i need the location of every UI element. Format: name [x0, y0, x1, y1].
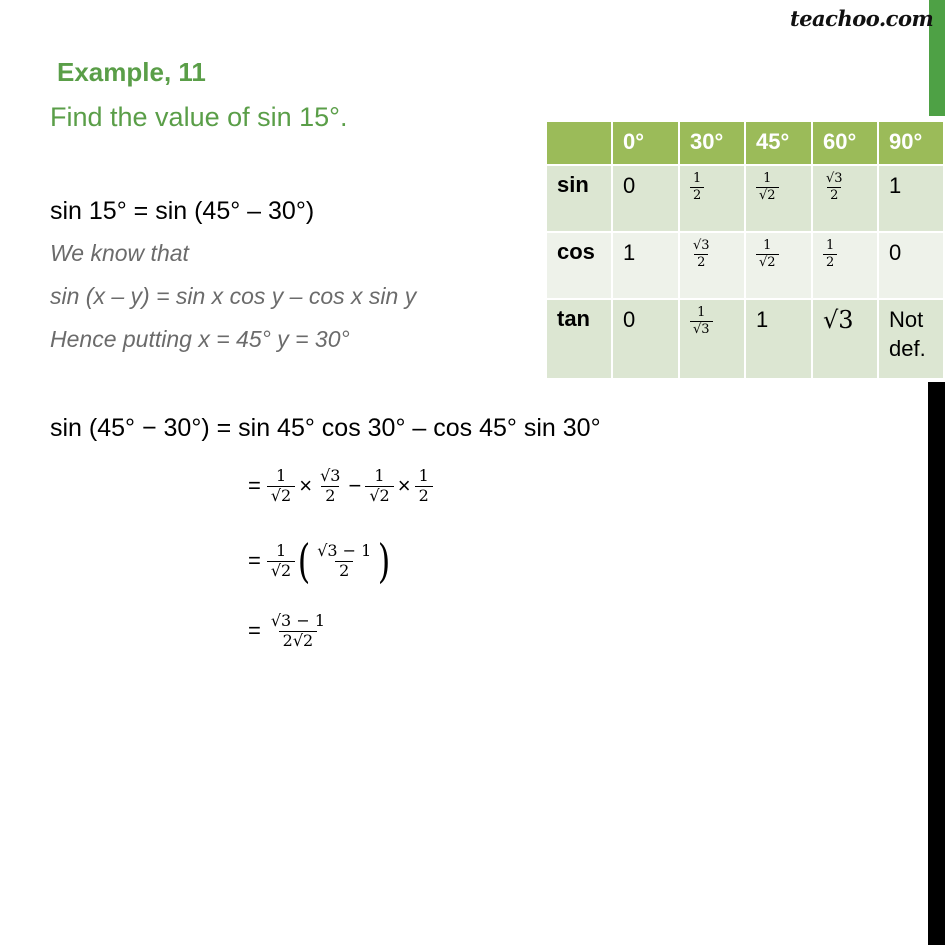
numerator: √3 − 1	[270, 611, 325, 630]
equals-sign: =	[248, 473, 261, 499]
expansion-line: sin (45° − 30°) = sin 45° cos 30° – cos …	[50, 414, 601, 442]
question-text: Find the value of sin 15°.	[50, 102, 348, 132]
table-cell: √3	[811, 298, 879, 380]
numerator: √3	[826, 171, 843, 186]
table-cell: 1 √2	[744, 164, 813, 233]
numerator: 1	[418, 466, 429, 485]
fraction: 1 √3	[690, 306, 713, 336]
denominator: 2	[823, 253, 838, 270]
table-cell: 12	[678, 164, 746, 233]
left-parenthesis: (	[297, 534, 311, 588]
denominator: 2	[690, 186, 705, 203]
denominator: √3	[690, 320, 713, 337]
identity-formula: sin (x – y) = sin x cos y – cos x sin y	[50, 283, 417, 309]
trig-values-table: 0° 30° 45° 60° 90° sin 0 1 2 1 √2 √3 2 1 cos 1 √3 2 1…	[545, 120, 945, 380]
fraction: 1 √2	[266, 466, 296, 505]
table-cell: 0	[611, 298, 680, 380]
row-label: tan	[545, 298, 613, 380]
denominator: 2	[827, 186, 842, 203]
numerator: √3	[320, 466, 341, 485]
cell-value: 0	[623, 307, 636, 332]
table-cell: 1	[611, 231, 680, 300]
numerator: 1	[374, 466, 385, 485]
example-title: Example, 11	[57, 57, 206, 87]
derivation-step-1: = 1 √2 × √3 2 − 1 √2 × 12	[248, 466, 433, 505]
table-cell: √3 2	[811, 164, 879, 233]
table-cell: 0	[877, 231, 945, 300]
numerator: 1	[763, 171, 772, 186]
cell-value: 1	[756, 307, 769, 332]
cell-value: 0	[889, 240, 902, 265]
cell-value: √3	[823, 306, 854, 334]
minus-sign: −	[348, 473, 362, 499]
header-cell: 45°	[744, 120, 813, 166]
final-answer-fraction: √3 − 1 2√2	[267, 611, 329, 650]
denominator: √2	[756, 186, 779, 203]
numerator: 1	[697, 305, 706, 320]
times-sign: ×	[397, 473, 411, 499]
fraction: √3 2	[690, 239, 713, 269]
denominator: 2	[335, 560, 354, 580]
table-cell: 12	[811, 231, 879, 300]
fraction: 12	[414, 466, 433, 505]
fraction: 1 √2	[365, 466, 394, 505]
fraction: 1 √2	[756, 239, 779, 269]
table-header-row: 0° 30° 45° 60° 90°	[545, 120, 945, 166]
table-row-sin: sin 0 1 2 1 √2 √3 2 1	[545, 164, 945, 233]
equals-sign: =	[248, 548, 261, 573]
fraction: 1 √2	[756, 172, 779, 202]
right-parenthesis: )	[378, 534, 391, 588]
numerator: √3 − 1	[317, 540, 372, 560]
table-cell: √3 2	[678, 231, 746, 300]
header-cell: 60°	[811, 120, 879, 166]
derivation-step-2: = 1 √2 ( √3 − 12 )	[248, 538, 393, 584]
table-cell: 1	[744, 298, 813, 380]
row-label: cos	[545, 231, 613, 300]
substitution-note: Hence putting x = 45° y = 30°	[50, 326, 350, 352]
fraction: √3 2	[823, 172, 846, 202]
table-row-cos: cos 1 √3 2 1 √2 1 2 0	[545, 231, 945, 300]
table-cell: 1 √2	[744, 231, 813, 300]
fraction: 12	[823, 238, 838, 270]
table-cell: 1 √3	[678, 298, 746, 380]
fraction: 12	[690, 171, 705, 203]
fraction: √3 2	[316, 466, 344, 505]
solution-line-1: sin 15° = sin (45° – 30°)	[50, 197, 315, 225]
derivation-step-3: = √3 − 1 2√2	[248, 611, 329, 650]
times-sign: ×	[299, 473, 313, 499]
numerator: √3	[693, 238, 710, 253]
cell-value: 0	[623, 173, 636, 198]
table-row-tan: tan 0 1 √3 1 √3 Not def.	[545, 298, 945, 380]
cell-value: Not def.	[889, 307, 926, 361]
denominator: √2	[365, 485, 394, 505]
we-know-that: We know that	[50, 240, 189, 266]
numerator: 1	[275, 466, 287, 485]
fraction: 1 √2	[266, 540, 296, 580]
numerator: 1	[693, 171, 702, 186]
cell-value: 1	[623, 240, 636, 265]
numerator: 1	[275, 540, 287, 560]
equals-sign: =	[248, 618, 261, 644]
table-cell: 1	[877, 164, 945, 233]
teachoo-logo: teachoo.com	[790, 6, 934, 31]
row-label: sin	[545, 164, 613, 233]
denominator: 2	[694, 253, 709, 270]
table-cell: Not def.	[877, 298, 945, 380]
denominator: √2	[266, 485, 296, 505]
header-cell: 0°	[611, 120, 680, 166]
header-cell: 30°	[678, 120, 746, 166]
header-cell	[545, 120, 613, 166]
cell-value: 1	[889, 173, 902, 198]
denominator: 2	[321, 485, 340, 505]
table-cell: 0	[611, 164, 680, 233]
denominator: √2	[756, 253, 779, 270]
denominator: √2	[266, 560, 296, 580]
denominator: 2	[414, 485, 433, 505]
fraction: √3 − 12	[313, 540, 375, 580]
denominator: 2√2	[278, 630, 318, 650]
side-accent-black-bar	[928, 382, 945, 945]
numerator: 1	[826, 238, 835, 253]
header-cell: 90°	[877, 120, 945, 166]
numerator: 1	[763, 238, 772, 253]
